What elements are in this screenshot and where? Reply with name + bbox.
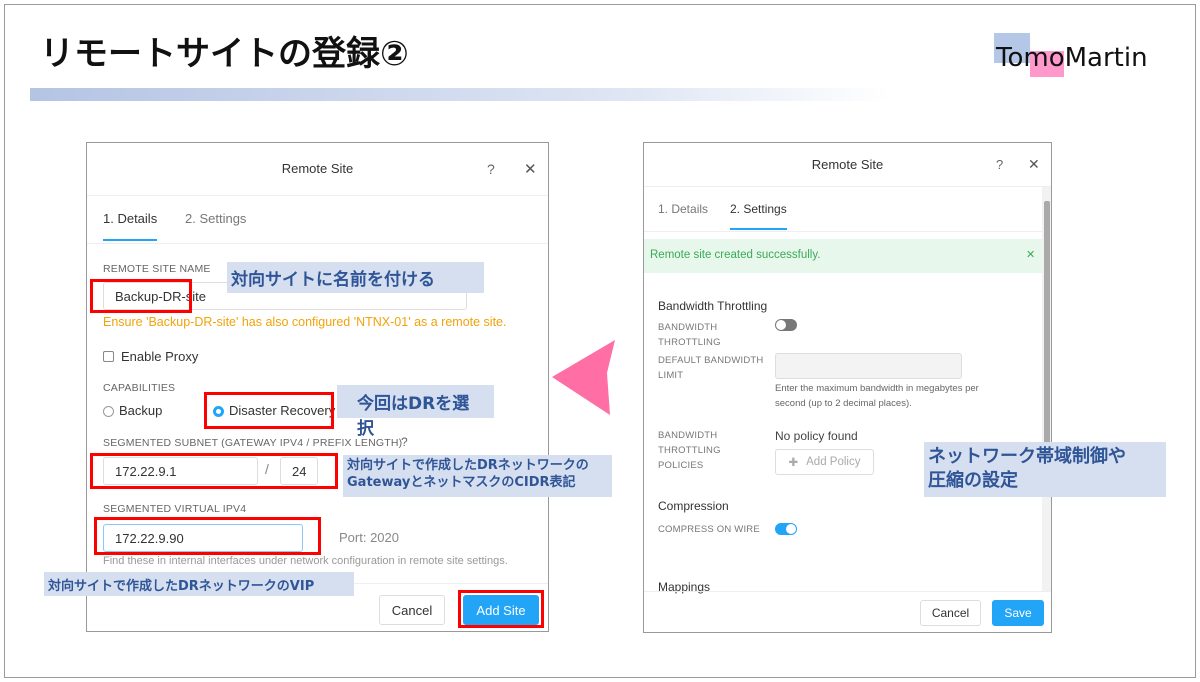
compression-section-title: Compression [658, 499, 729, 513]
cancel-button[interactable]: Cancel [920, 600, 981, 626]
annotation-name: 対向サイトに名前を付ける [227, 262, 484, 293]
default-bandwidth-input[interactable] [775, 353, 962, 379]
compress-on-wire-label: COMPRESS ON WIRE [658, 524, 760, 535]
help-icon[interactable]: ? [487, 161, 495, 177]
port-text: Port: 2020 [339, 530, 399, 545]
annotation-dr: 今回はDRを選択 [337, 385, 494, 439]
highlight-box [204, 392, 334, 429]
add-policy-button[interactable]: ✚ Add Policy [775, 449, 874, 475]
plus-icon: ✚ [788, 457, 799, 469]
highlight-box [90, 279, 192, 313]
close-icon[interactable]: ✕ [1026, 248, 1035, 261]
default-bandwidth-hint: Enter the maximum bandwidth in megabytes… [775, 383, 979, 409]
hint-text: Find these in internal interfaces under … [103, 555, 508, 567]
dialog-title: Remote Site [281, 161, 354, 176]
scrollbar[interactable] [1042, 187, 1051, 591]
help-icon[interactable]: ? [996, 157, 1003, 172]
dialog-title: Remote Site [811, 157, 884, 172]
no-policy-text: No policy found [775, 429, 858, 443]
compress-on-wire-toggle[interactable] [775, 523, 797, 535]
tab-details[interactable]: 1. Details [658, 202, 708, 216]
highlight-box [90, 453, 338, 489]
enable-proxy-label: Enable Proxy [121, 349, 199, 364]
bandwidth-section-title: Bandwidth Throttling [658, 299, 768, 313]
backup-label: Backup [119, 403, 163, 418]
bandwidth-throttling-toggle[interactable] [775, 319, 797, 331]
save-button[interactable]: Save [992, 600, 1044, 626]
title-underline [30, 88, 890, 101]
logo: TomoMartin [994, 33, 1164, 78]
success-message: Remote site created successfully. [650, 249, 821, 261]
remote-site-dialog-settings: Remote Site ? ✕ 1. Details 2. Settings R… [643, 142, 1052, 633]
default-bandwidth-label: DEFAULT BANDWIDTH LIMIT [658, 355, 764, 381]
slide-title: リモートサイトの登録② [40, 34, 409, 74]
tab-details[interactable]: 1. Details [103, 211, 158, 241]
highlight-box [458, 590, 544, 628]
policies-label: BANDWIDTH THROTTLING POLICIES [658, 430, 721, 471]
close-icon[interactable]: ✕ [1028, 156, 1040, 173]
highlight-box [94, 517, 321, 555]
bandwidth-throttling-label: BANDWIDTH THROTTLING [658, 322, 721, 348]
success-banner: Remote site created successfully. ✕ [644, 239, 1042, 273]
arrow-right-icon [552, 340, 615, 415]
subnet-help-icon[interactable]: ? [401, 435, 408, 449]
warning-text: Ensure 'Backup-DR-site' has also configu… [103, 315, 507, 329]
enable-proxy-checkbox[interactable] [103, 351, 114, 362]
annotation-vip: 対向サイトで作成したDRネットワークのVIP [44, 572, 354, 596]
backup-radio[interactable] [103, 406, 114, 417]
remote-site-name-label: REMOTE SITE NAME [103, 263, 211, 275]
capabilities-label: CAPABILITIES [103, 382, 176, 394]
vip-label: SEGMENTED VIRTUAL IPV4 [103, 503, 247, 515]
close-icon[interactable]: ✕ [524, 160, 537, 178]
annotation-subnet: 対向サイトで作成したDRネットワークの GatewayとネットマスクのCIDR表… [343, 455, 612, 497]
tab-settings[interactable]: 2. Settings [730, 202, 787, 230]
cancel-button[interactable]: Cancel [379, 595, 445, 625]
tab-settings[interactable]: 2. Settings [185, 211, 246, 226]
annotation-settings: ネットワーク帯域制御や 圧縮の設定 [924, 442, 1166, 497]
